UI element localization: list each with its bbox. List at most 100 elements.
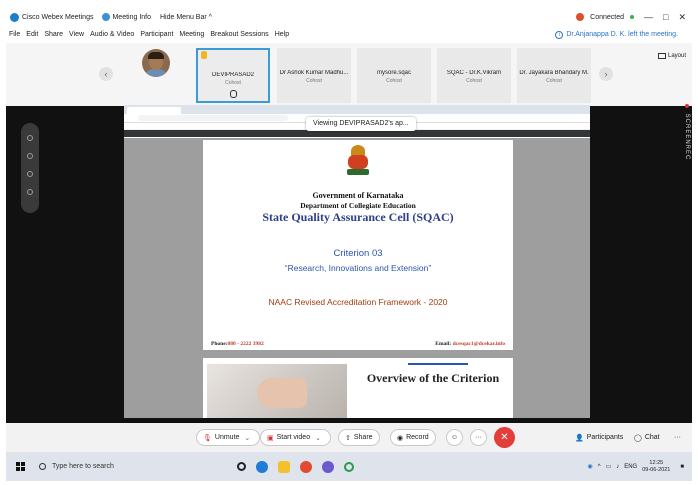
chevron-down-icon[interactable]: ⌄ bbox=[244, 434, 250, 442]
menu-share[interactable]: Share bbox=[44, 31, 63, 38]
draw-tool-icon[interactable] bbox=[27, 153, 33, 159]
menu-file[interactable]: File bbox=[9, 31, 20, 38]
title-bar: Cisco Webex Meetings Meeting Info Hide M… bbox=[6, 8, 692, 26]
slide-overview-title: Overview of the Criterion bbox=[366, 371, 500, 385]
record-button[interactable]: ◉ Record bbox=[390, 429, 436, 446]
info-circle-icon: i bbox=[555, 30, 564, 39]
search-icon bbox=[39, 463, 46, 470]
menu-view[interactable]: View bbox=[69, 31, 84, 38]
pointer-tool-icon[interactable] bbox=[27, 135, 33, 141]
annotation-toolbar bbox=[21, 123, 39, 213]
more-panels-button[interactable]: ··· bbox=[674, 429, 681, 446]
participants-button[interactable]: 👤 Participants bbox=[575, 429, 623, 446]
app-title: Cisco Webex Meetings bbox=[22, 13, 94, 21]
notifications-icon[interactable]: ■ bbox=[680, 464, 684, 470]
meeting-info-label: Meeting Info bbox=[112, 13, 151, 21]
layout-button[interactable]: Layout bbox=[657, 53, 686, 59]
taskbar-search[interactable]: Type here to search bbox=[35, 457, 195, 477]
share-button[interactable]: ⇧ Share bbox=[338, 429, 380, 446]
participant-strip: ‹ DEVIPRASAD2 Cohost Dr Ashok Kumar Madh… bbox=[6, 43, 692, 106]
maximize-button[interactable]: □ bbox=[663, 12, 668, 22]
system-tray: ◉ ^ ▭ ♪ ENG 12:25 09-06-2021 ■ bbox=[587, 460, 692, 474]
share-icon: ⇧ bbox=[345, 434, 351, 442]
notification-text: Dr.Anjanappa D. K. left the meeting. bbox=[566, 31, 678, 38]
screen-recorder-label: SCREENREC bbox=[684, 104, 690, 160]
battery-icon[interactable]: ▭ bbox=[606, 463, 612, 470]
menu-edit[interactable]: Edit bbox=[26, 31, 38, 38]
volume-icon[interactable]: ♪ bbox=[616, 464, 619, 470]
viewing-indicator[interactable]: Viewing DEVIPRASAD2's ap... bbox=[306, 117, 416, 131]
task-view-icon[interactable] bbox=[237, 462, 246, 471]
chevron-up-icon[interactable]: ^ bbox=[598, 464, 601, 470]
clock-date: 09-06-2021 bbox=[642, 466, 671, 473]
windows-start-icon[interactable] bbox=[16, 462, 25, 471]
participant-role: Cohost bbox=[466, 78, 482, 84]
menu-breakout-sessions[interactable]: Breakout Sessions bbox=[210, 31, 268, 38]
participant-role: Cohost bbox=[225, 80, 241, 86]
edge-icon[interactable] bbox=[256, 460, 268, 473]
minimize-button[interactable]: — bbox=[644, 12, 653, 22]
end-meeting-button[interactable]: ✕ bbox=[494, 427, 515, 448]
unmute-button[interactable]: 🎙 Unmute ⌄ bbox=[196, 429, 261, 446]
browser-tab-bar bbox=[124, 105, 590, 114]
slide-phone: Phone:080 - 2222 3982 bbox=[211, 341, 264, 347]
windows-taskbar: Type here to search ◉ ^ ▭ ♪ ENG 12:25 09… bbox=[6, 452, 692, 481]
menu-bar: File Edit Share View Audio & Video Parti… bbox=[6, 26, 692, 43]
url-field[interactable] bbox=[138, 115, 288, 121]
menu-participant[interactable]: Participant bbox=[140, 31, 173, 38]
record-label: Record bbox=[406, 434, 429, 441]
record-dot-icon bbox=[685, 104, 689, 108]
participant-tile[interactable]: Dr Ashok Kumar Madhu... Cohost bbox=[277, 48, 351, 103]
participant-role: Cohost bbox=[306, 78, 322, 84]
prev-participants-button[interactable]: ‹ bbox=[99, 67, 113, 81]
reactions-button[interactable]: ☺ bbox=[446, 429, 463, 446]
menu-help[interactable]: Help bbox=[275, 31, 289, 38]
more-options-button[interactable]: ··· bbox=[470, 429, 487, 446]
webex-taskbar-icon[interactable] bbox=[344, 461, 354, 472]
next-participants-button[interactable]: › bbox=[599, 67, 613, 81]
chat-bubble-icon: ◯ bbox=[634, 434, 642, 442]
clock-time: 12:25 bbox=[649, 459, 664, 466]
meeting-info-button[interactable]: Meeting Info bbox=[102, 13, 151, 21]
slide-department: Department of Collegiate Education bbox=[300, 201, 416, 210]
muted-microphone-icon: 🎙 bbox=[203, 434, 212, 442]
chrome-icon[interactable] bbox=[300, 460, 312, 473]
participant-tile[interactable]: mysore.sqac Cohost bbox=[357, 48, 431, 103]
search-placeholder: Type here to search bbox=[52, 463, 114, 470]
connection-status[interactable]: Connected bbox=[590, 14, 624, 21]
taskbar-clock[interactable]: 12:25 09-06-2021 bbox=[642, 460, 670, 474]
participant-name: DEVIPRASAD2 bbox=[211, 72, 254, 78]
zoom-out-icon[interactable] bbox=[27, 189, 33, 195]
share-label: Share bbox=[353, 434, 373, 441]
participants-icon: 👤 bbox=[575, 434, 584, 442]
participant-name: SQAC - Dr.K.Vikram bbox=[446, 70, 502, 76]
close-button[interactable]: ✕ bbox=[678, 12, 686, 23]
browser-tab[interactable] bbox=[127, 107, 181, 114]
slide-framework: NAAC Revised Accreditation Framework - 2… bbox=[268, 297, 448, 307]
participant-tile[interactable]: Dr. Jayakara Bhandary M. Cohost bbox=[517, 48, 591, 103]
participant-tile[interactable]: DEVIPRASAD2 Cohost bbox=[196, 48, 270, 103]
app-icon[interactable] bbox=[322, 460, 334, 473]
language-indicator[interactable]: ENG bbox=[624, 464, 637, 470]
slide-overview: Overview of the Criterion bbox=[203, 358, 513, 418]
start-video-label: Start video bbox=[276, 434, 311, 441]
zoom-in-icon[interactable] bbox=[27, 171, 33, 177]
participant-tile[interactable]: SQAC - Dr.K.Vikram Cohost bbox=[437, 48, 511, 103]
slide-photo bbox=[207, 364, 347, 418]
network-icon[interactable]: ◉ bbox=[587, 463, 592, 470]
pinned-apps bbox=[237, 460, 354, 473]
meeting-controls: 🎙 Unmute ⌄ ▣ Start video ⌄ ⇧ Share ◉ Rec… bbox=[6, 423, 692, 452]
record-icon: ◉ bbox=[397, 434, 404, 442]
menu-meeting[interactable]: Meeting bbox=[179, 31, 204, 38]
file-explorer-icon[interactable] bbox=[278, 460, 290, 473]
layout-label: Layout bbox=[667, 53, 686, 59]
chevron-down-icon[interactable]: ⌄ bbox=[315, 434, 321, 442]
start-video-button[interactable]: ▣ Start video ⌄ bbox=[260, 429, 331, 446]
chat-button[interactable]: ◯ Chat bbox=[634, 429, 660, 446]
microphone-icon bbox=[230, 90, 237, 98]
participant-avatar[interactable] bbox=[142, 49, 170, 77]
menu-audio-video[interactable]: Audio & Video bbox=[90, 31, 134, 38]
smiley-icon: ☺ bbox=[450, 434, 459, 441]
hide-menu-bar-button[interactable]: Hide Menu Bar ^ bbox=[160, 14, 212, 21]
pdf-viewer[interactable]: Government of Karnataka Department of Co… bbox=[124, 138, 590, 418]
